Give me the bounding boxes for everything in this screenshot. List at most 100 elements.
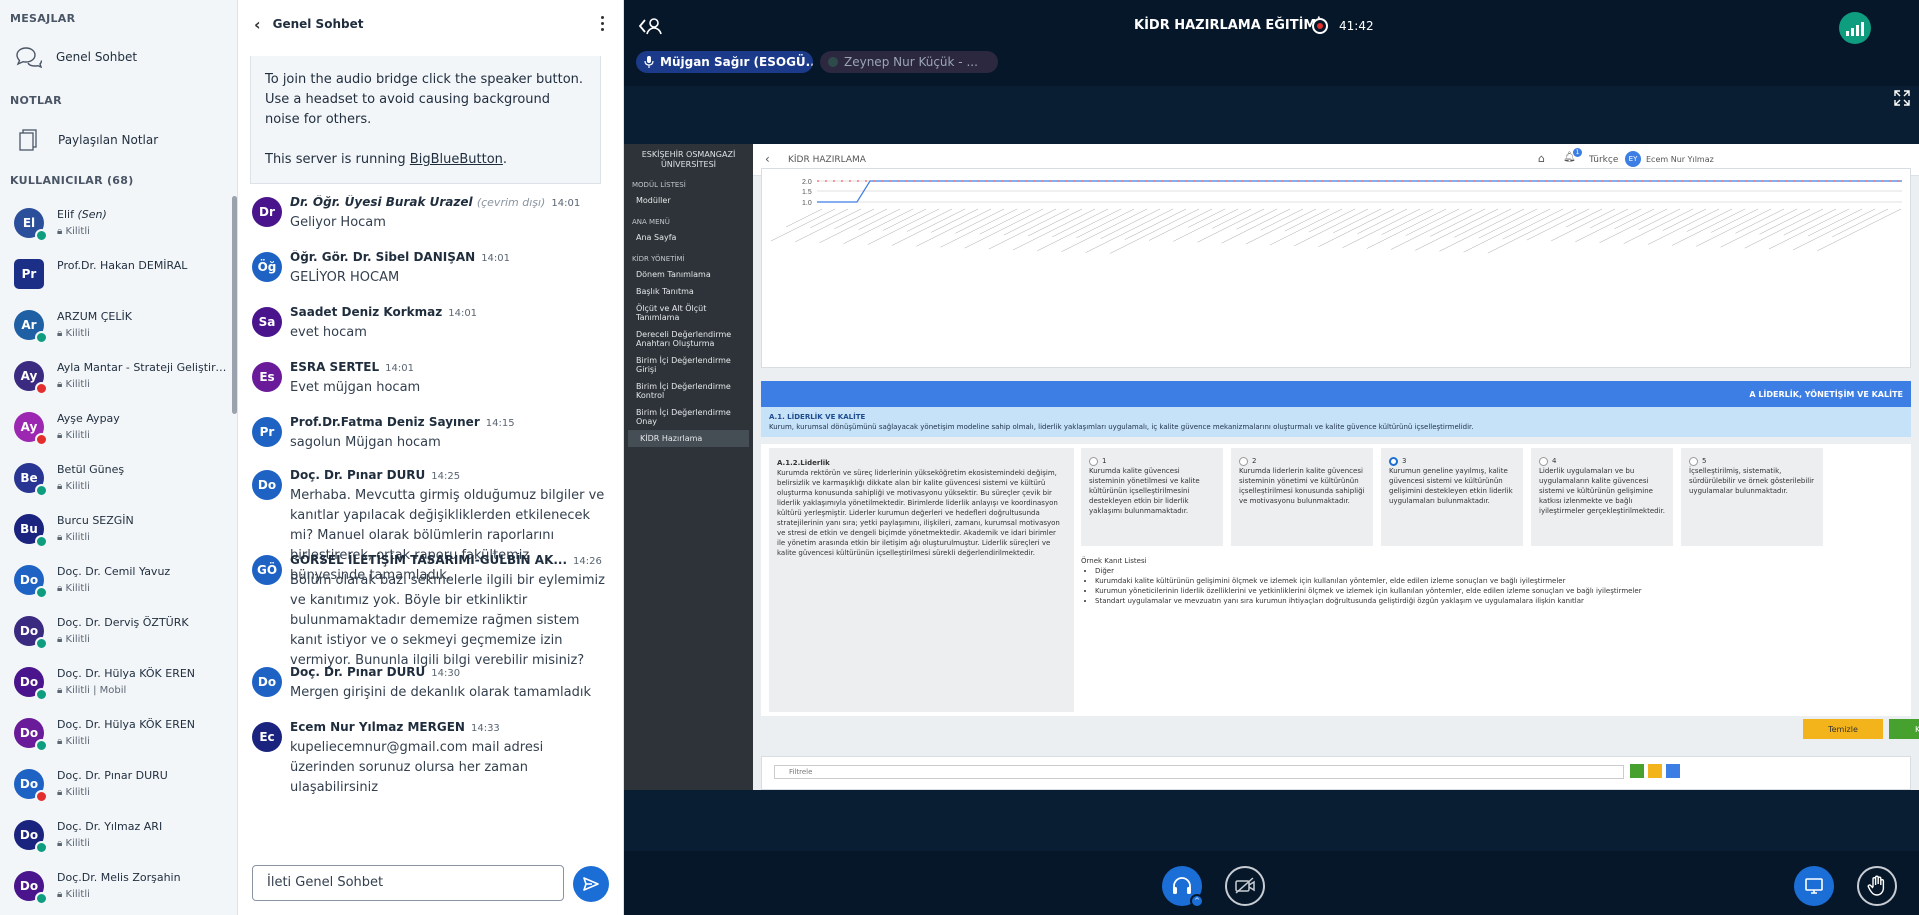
shared-nav-item[interactable]: Ana Sayfa: [624, 229, 753, 246]
home-icon: ⌂: [1538, 152, 1545, 165]
export-excel-icon[interactable]: [1630, 764, 1644, 778]
x-tick-label-placeholder: [1720, 208, 1798, 248]
export-print-icon[interactable]: [1648, 764, 1662, 778]
shared-nav-item[interactable]: Başlık Tanıtma: [624, 283, 753, 300]
section-band: A LİDERLİK, YÖNETİŞİM VE KALİTE: [761, 381, 1911, 407]
shared-nav-item[interactable]: Birim İçi Değerlendirme Onay: [624, 404, 753, 430]
send-button[interactable]: [573, 866, 609, 902]
notification-count: 1: [1573, 148, 1582, 157]
shared-nav-item[interactable]: Ölçüt ve Alt Ölçüt Tanımlama: [624, 300, 753, 326]
shared-nav-item[interactable]: Dereceli Değerlendirme Anahtarı Oluşturm…: [624, 326, 753, 352]
avatar: Ay: [14, 412, 48, 446]
x-tick-label-placeholder: [1502, 208, 1564, 240]
talking-indicator-2[interactable]: Zeynep Nur Küçük - ...: [820, 51, 998, 73]
user-name: Burcu SEZGİN: [57, 514, 134, 527]
messages-heading: MESAJLAR: [10, 12, 76, 25]
save-button[interactable]: Kaydet: [1889, 719, 1919, 739]
mic-icon: [35, 229, 48, 242]
chart-card: 2.0 1.5 1.0: [761, 168, 1911, 368]
camera-button[interactable]: [1225, 866, 1265, 906]
raise-hand-button[interactable]: [1857, 866, 1897, 906]
lock-icon: 🔒︎: [57, 685, 63, 696]
lock-icon: 🔒︎: [57, 838, 63, 849]
user-list-item[interactable]: El Elif (Sen) 🔒︎ Kilitli: [0, 200, 236, 251]
connection-status-icon[interactable]: [1839, 12, 1871, 44]
level-option[interactable]: 1 Kurumda kalite güvencesi sisteminin yön…: [1081, 448, 1223, 546]
user-name: Ayla Mantar - Strateji Geliştirme D...: [57, 361, 229, 374]
evidence-item: Kurumdaki kalite kültürünün gelişimini ö…: [1095, 576, 1901, 586]
message-text: Bölüm olarak bazı sekmelerle ilgili bir …: [290, 573, 605, 668]
level-option[interactable]: 4 Liderlik uygulamaları ve bu uygulamalar…: [1531, 448, 1673, 546]
x-tick-label-placeholder: [858, 208, 901, 230]
meeting-title: KİDR HAZIRLAMA EĞITİMİ: [1134, 18, 1322, 33]
shared-page-title: KİDR HAZIRLAMA: [788, 155, 866, 165]
presentation-button[interactable]: [1794, 866, 1834, 906]
user-list-scrollbar[interactable]: [232, 196, 237, 414]
level-option[interactable]: 5 İçselleştirilmiş, sistematik, sürdürüle…: [1681, 448, 1823, 546]
avatar: Do: [14, 820, 48, 854]
notes-icon: [19, 129, 37, 151]
x-tick-label-placeholder: [1308, 208, 1356, 233]
user-list-item[interactable]: Ay Ayşe Aypay 🔒︎ Kilitli: [0, 404, 236, 455]
public-chat-link[interactable]: Genel Sohbet: [14, 46, 137, 68]
screenshare-view[interactable]: ESKİŞEHİR OSMANGAZİ ÜNİVERSİTESİ MODÜL L…: [624, 144, 1919, 790]
mic-icon: [35, 892, 48, 905]
presentation-stage: ESKİŞEHİR OSMANGAZİ ÜNİVERSİTESİ MODÜL L…: [624, 86, 1919, 851]
x-tick-label-placeholder: [1221, 208, 1291, 244]
shared-nav-item[interactable]: Birim İçi Değerlendirme Kontrol: [624, 378, 753, 404]
server-info: This server is running BigBlueButton.: [265, 150, 586, 170]
shared-nav-item[interactable]: Modüller: [624, 192, 753, 209]
user-list-toggle-icon[interactable]: [638, 16, 664, 36]
chevron-left-icon[interactable]: ‹: [254, 15, 261, 34]
x-tick-label-placeholder: [988, 208, 1070, 250]
level-option[interactable]: 2 Kurumda liderlerin kalite güvencesi sis…: [1231, 448, 1373, 546]
x-tick-label-placeholder: [1744, 208, 1824, 249]
chat-message-input[interactable]: İleti Genel Sohbet: [252, 865, 564, 901]
bigbluebutton-link[interactable]: BigBlueButton: [410, 152, 503, 167]
user-list-item[interactable]: Do Doç. Dr. Pınar DURU 🔒︎ Kilitli: [0, 761, 236, 812]
user-list-item[interactable]: Do Doç. Dr. Hülya KÖK EREN 🔒︎ Kilitli: [0, 710, 236, 761]
shared-notes-link[interactable]: Paylaşılan Notlar: [18, 128, 158, 152]
radio-icon: [1689, 456, 1698, 466]
user-list-item[interactable]: Ay Ayla Mantar - Strateji Geliştirme D..…: [0, 353, 236, 404]
message-sender: Ecem Nur Yılmaz MERGEN 14:33: [290, 720, 500, 734]
avatar: Be: [14, 463, 48, 497]
clear-button[interactable]: Temizle: [1803, 719, 1883, 739]
x-tick-label-placeholder: [1061, 208, 1148, 252]
avatar: Bu: [14, 514, 48, 548]
record-icon[interactable]: [1312, 18, 1328, 34]
muted-mic-icon: [35, 382, 48, 395]
shared-nav-item[interactable]: Birim İçi Değerlendirme Girişi: [624, 352, 753, 378]
user-list-item[interactable]: Do Doç. Dr. Yılmaz ARI 🔒︎ Kilitli: [0, 812, 236, 863]
user-list: El Elif (Sen) 🔒︎ Kilitli Pr Prof.Dr. Haka…: [0, 200, 236, 915]
user-list-item[interactable]: Do Doç. Dr. Cemil Yavuz 🔒︎ Kilitli: [0, 557, 236, 608]
shared-nav-item[interactable]: KİDR Hazırlama: [628, 430, 749, 447]
user-list-item[interactable]: Do Doç.Dr. Melis Zorşahin 🔒︎ Kilitli: [0, 863, 236, 914]
export-copy-icon[interactable]: [1666, 764, 1680, 778]
user-list-item[interactable]: Pr Prof.Dr. Hakan DEMİRAL: [0, 251, 236, 302]
talking-indicator-1[interactable]: Müjgan Sağır (ESOGÜ...: [636, 51, 813, 73]
audio-button[interactable]: ^: [1162, 866, 1204, 908]
user-list-item[interactable]: Do Doç. Dr. Derviş ÖZTÜRK 🔒︎ Kilitli: [0, 608, 236, 659]
lock-icon: 🔒︎: [57, 328, 63, 339]
level-option[interactable]: 3 Kurumun geneline yayılmış, kalite güven…: [1381, 448, 1523, 546]
filter-input[interactable]: Filtrele: [774, 765, 1624, 779]
language-label: Türkçe: [1589, 155, 1619, 165]
user-status: 🔒︎ Kilitli: [57, 838, 90, 849]
level-text: Kurumda liderlerin kalite güvencesi sist…: [1239, 467, 1365, 505]
message-text: kupeliecemnur@gmail.com mail adresi üzer…: [290, 740, 544, 795]
chat-message: Es ESRA SERTEL 14:01 Evet müjgan hocam: [238, 360, 613, 398]
avatar: Es: [252, 362, 282, 392]
avatar: Do: [14, 718, 48, 752]
user-list-item[interactable]: Ar ARZUM ÇELİK 🔒︎ Kilitli: [0, 302, 236, 353]
user-list-item[interactable]: Bu Burcu SEZGİN 🔒︎ Kilitli: [0, 506, 236, 557]
shared-nav-item[interactable]: Dönem Tanımlama: [624, 266, 753, 283]
lock-icon: 🔒︎: [57, 634, 63, 645]
audio-options-icon[interactable]: ^: [1190, 894, 1204, 908]
user-list-item[interactable]: Do Doç. Dr. Hülya KÖK EREN 🔒︎ Kilitli | …: [0, 659, 236, 710]
fullscreen-icon[interactable]: [1893, 89, 1911, 107]
chat-options-icon[interactable]: [601, 16, 605, 34]
user-list-item[interactable]: Be Betül Güneş 🔒︎ Kilitli: [0, 455, 236, 506]
user-name: Doç. Dr. Yılmaz ARI: [57, 820, 163, 833]
x-tick-label-placeholder: [1381, 208, 1434, 235]
